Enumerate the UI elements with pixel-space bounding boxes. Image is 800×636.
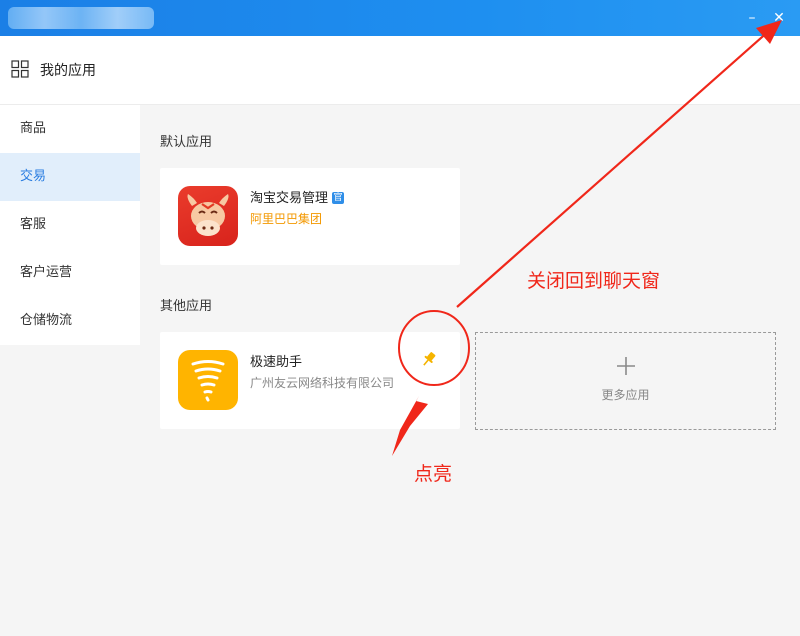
taobao-cow-icon: [178, 186, 238, 246]
sidebar-item-customer-service[interactable]: 客服: [0, 201, 140, 249]
blurred-window-title: [8, 7, 154, 29]
light-annotation-text: 点亮: [414, 463, 453, 485]
plus-icon: [617, 357, 635, 375]
minimize-button[interactable]: –: [742, 8, 762, 28]
title-bar: – ✕: [0, 0, 800, 36]
other-app-card[interactable]: 极速助手 广州友云网络科技有限公司: [160, 332, 460, 429]
close-button[interactable]: ✕: [769, 8, 789, 28]
other-apps-heading: 其他应用: [160, 299, 213, 314]
more-apps-button[interactable]: 更多应用: [475, 332, 776, 430]
other-app-publisher: 广州友云网络科技有限公司: [250, 376, 395, 390]
sidebar-item-goods[interactable]: 商品: [0, 105, 140, 153]
default-app-name: 淘宝交易管理官: [250, 187, 345, 206]
default-apps-heading: 默认应用: [160, 135, 213, 150]
default-app-name-text: 淘宝交易管理: [250, 191, 329, 206]
close-annotation-text: 关闭回到聊天窗: [527, 270, 661, 292]
official-badge: 官: [332, 191, 345, 204]
other-app-name: 极速助手: [250, 355, 303, 370]
sidebar-item-customer-operation[interactable]: 客户运营: [0, 249, 140, 297]
sidebar-item-trade[interactable]: 交易: [0, 153, 140, 201]
pin-icon[interactable]: [420, 350, 438, 368]
page-title: 我的应用: [40, 63, 96, 79]
more-apps-label: 更多应用: [601, 388, 650, 402]
default-app-publisher: 阿里巴巴集团: [250, 212, 323, 226]
default-app-card[interactable]: 淘宝交易管理官 阿里巴巴集团: [160, 168, 460, 265]
grid-icon: [11, 60, 29, 78]
sidebar-item-warehouse-logistics[interactable]: 仓储物流: [0, 297, 140, 345]
tornado-icon: [178, 350, 238, 410]
category-sidebar: 商品 交易 客服 客户运营 仓储物流: [0, 105, 140, 345]
page-header: 我的应用: [0, 36, 800, 105]
